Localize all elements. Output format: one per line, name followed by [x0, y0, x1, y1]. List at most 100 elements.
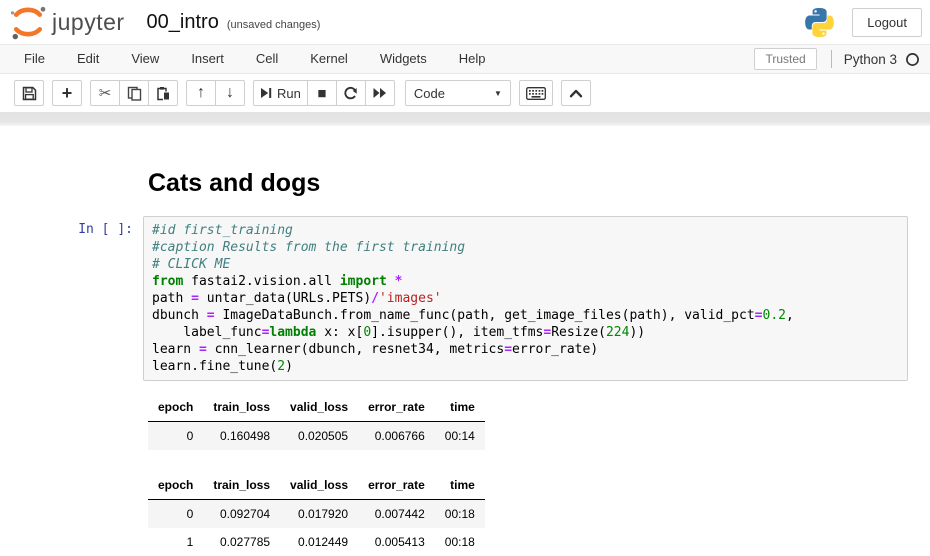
column-header: time	[435, 393, 485, 422]
menu-edit[interactable]: Edit	[61, 45, 115, 73]
jupyter-logo-text: jupyter	[52, 9, 125, 36]
menu-help[interactable]: Help	[443, 45, 502, 73]
cell-outputs: epochtrain_lossvalid_losserror_ratetime0…	[148, 393, 930, 556]
table-cell: 0.020505	[280, 422, 358, 451]
run-button[interactable]: Run	[253, 80, 308, 106]
table-cell: 00:18	[435, 500, 485, 529]
move-cell-up-button[interactable]: ↑	[186, 80, 216, 106]
menubar-items: FileEditViewInsertCellKernelWidgetsHelp	[8, 45, 502, 73]
table-cell: 0.027785	[203, 528, 280, 556]
column-header: epoch	[148, 393, 203, 422]
cell-type-dropdown[interactable]: Code ▼	[405, 80, 511, 106]
column-header: epoch	[148, 471, 203, 500]
run-button-label: Run	[277, 86, 301, 101]
code-line: path = untar_data(URLs.PETS)/'images'	[152, 290, 899, 307]
menu-kernel[interactable]: Kernel	[294, 45, 364, 73]
table-cell: 00:18	[435, 528, 485, 556]
notebook-header: jupyter 00_intro (unsaved changes) Logou…	[0, 0, 930, 44]
copy-cell-button[interactable]	[119, 80, 149, 106]
table-cell: 0.005413	[358, 528, 435, 556]
add-cell-icon: +	[62, 84, 73, 102]
column-header: error_rate	[358, 471, 435, 500]
table-cell: 0.012449	[280, 528, 358, 556]
group-collapse	[561, 80, 591, 106]
kernel-idle-indicator-icon	[905, 52, 920, 67]
cut-cell-button[interactable]: ✂	[90, 80, 120, 106]
add-cell-button[interactable]: +	[52, 80, 82, 106]
header-shadow-band	[0, 112, 930, 126]
menu-insert[interactable]: Insert	[175, 45, 240, 73]
paste-icon	[156, 86, 171, 101]
menu-file[interactable]: File	[8, 45, 61, 73]
menubar: FileEditViewInsertCellKernelWidgetsHelp …	[0, 44, 930, 74]
menu-widgets[interactable]: Widgets	[364, 45, 443, 73]
chevron-up-icon	[569, 89, 583, 98]
jupyter-notebook-app: jupyter 00_intro (unsaved changes) Logou…	[0, 0, 930, 537]
move-up-icon: ↑	[197, 85, 205, 101]
training-results-table-1: epochtrain_lossvalid_losserror_ratetime0…	[148, 393, 485, 450]
notebook-title[interactable]: 00_intro	[147, 11, 219, 34]
code-line: #id first_training	[152, 222, 899, 239]
menu-view[interactable]: View	[115, 45, 175, 73]
code-line: # CLICK ME	[152, 256, 899, 273]
table-cell: 1	[148, 528, 203, 556]
command-palette-button[interactable]	[519, 80, 553, 106]
column-header: error_rate	[358, 393, 435, 422]
group-save	[14, 80, 44, 106]
trusted-badge[interactable]: Trusted	[754, 48, 816, 70]
interrupt-kernel-button[interactable]: ■	[307, 80, 337, 106]
move-cell-down-button[interactable]: ↓	[215, 80, 245, 106]
table-cell: 0.017920	[280, 500, 358, 529]
column-header: train_loss	[203, 471, 280, 500]
column-header: time	[435, 471, 485, 500]
table-cell: 0.006766	[358, 422, 435, 451]
restart-kernel-button[interactable]	[336, 80, 366, 106]
jupyter-logo[interactable]: jupyter	[8, 2, 125, 42]
code-line: label_func=lambda x: x[0].isupper(), ite…	[152, 324, 899, 341]
table-cell: 00:14	[435, 422, 485, 451]
table-cell: 0.007442	[358, 500, 435, 529]
copy-icon	[127, 86, 142, 101]
python-logo-icon	[803, 6, 836, 39]
kernel-name: Python 3	[844, 52, 897, 67]
menubar-right: Trusted Python 3	[754, 48, 922, 70]
chevron-down-icon: ▼	[494, 89, 502, 98]
table-row: 00.0927040.0179200.00744200:18	[148, 500, 485, 529]
notebook-title-area: 00_intro (unsaved changes)	[147, 11, 321, 34]
table-cell: 0	[148, 500, 203, 529]
save-button[interactable]	[14, 80, 44, 106]
restart-run-all-button[interactable]	[365, 80, 395, 106]
training-results-table-2: epochtrain_lossvalid_losserror_ratetime0…	[148, 471, 485, 556]
code-input-area[interactable]: #id first_training#caption Results from …	[143, 216, 908, 381]
code-cell: In [ ]: #id first_training#caption Resul…	[0, 216, 930, 381]
cell-type-value: Code	[414, 86, 494, 101]
group-edit: ✂	[90, 80, 178, 106]
move-down-icon: ↓	[226, 85, 234, 101]
group-move: ↑ ↓	[186, 80, 245, 106]
restart-kernel-icon	[343, 86, 358, 101]
collapse-toolbar-button[interactable]	[561, 80, 591, 106]
command-palette-keyboard-icon	[526, 87, 546, 100]
kernel-divider	[831, 50, 832, 68]
group-run: Run ■	[253, 80, 395, 106]
logout-button[interactable]: Logout	[852, 8, 922, 37]
cut-icon: ✂	[99, 86, 112, 101]
markdown-heading-cell[interactable]: Cats and dogs	[148, 168, 930, 198]
code-line: from fastai2.vision.all import *	[152, 273, 899, 290]
code-line: learn = cnn_learner(dbunch, resnet34, me…	[152, 341, 899, 358]
code-line: #caption Results from the first training	[152, 239, 899, 256]
paste-cell-button[interactable]	[148, 80, 178, 106]
stop-icon: ■	[317, 86, 326, 101]
code-line: learn.fine_tune(2)	[152, 358, 899, 375]
column-header: valid_loss	[280, 393, 358, 422]
group-insert: +	[52, 80, 82, 106]
notebook-container: Cats and dogs In [ ]: #id first_training…	[0, 126, 930, 556]
jupyter-logo-icon	[8, 2, 48, 42]
menu-cell[interactable]: Cell	[240, 45, 294, 73]
group-palette	[519, 80, 553, 106]
run-icon	[260, 87, 272, 99]
toolbar: + ✂	[0, 74, 930, 112]
save-icon	[22, 86, 37, 101]
table-cell: 0.092704	[203, 500, 280, 529]
code-editor[interactable]: #id first_training#caption Results from …	[152, 222, 899, 375]
